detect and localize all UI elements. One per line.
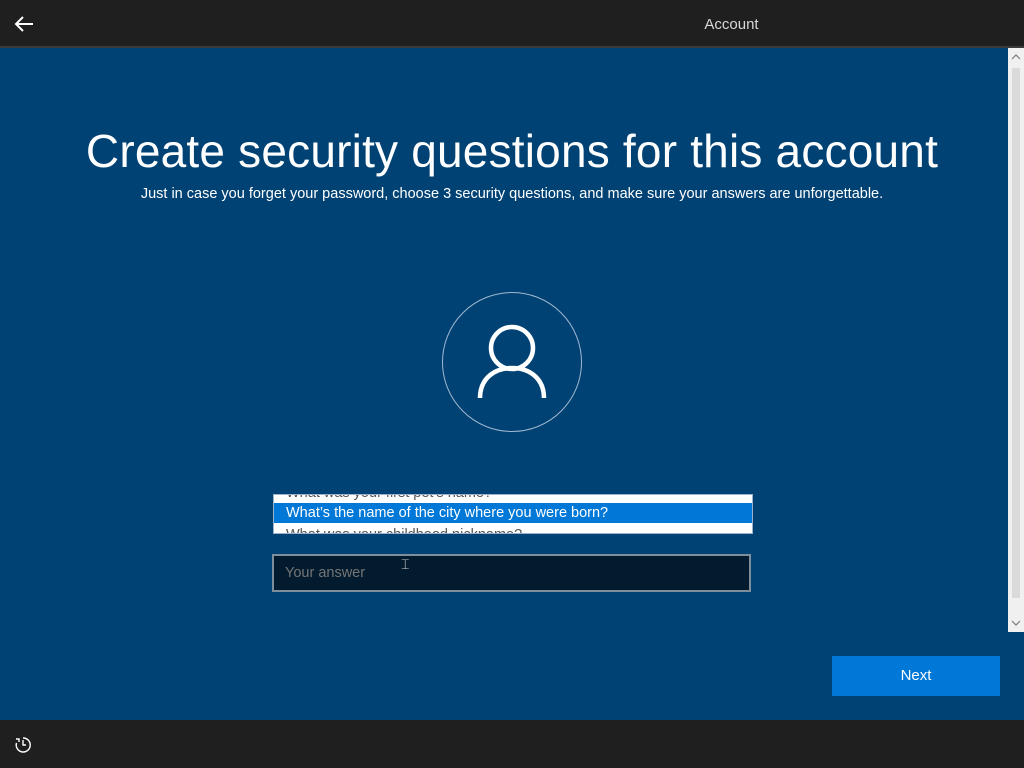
page-subtitle: Just in case you forget your password, c… — [140, 186, 884, 202]
scrollbar[interactable] — [1008, 48, 1024, 632]
scrollbar-thumb[interactable] — [1012, 68, 1020, 598]
bottom-bar — [0, 720, 1024, 768]
scroll-down-button[interactable] — [1008, 616, 1024, 630]
ease-of-access-icon — [15, 737, 31, 753]
avatar — [442, 292, 582, 432]
scrollbar-gap — [1008, 632, 1024, 720]
main-panel: Create security questions for this accou… — [0, 48, 1008, 720]
tab-account-label: Account — [704, 16, 759, 33]
ease-of-access-button[interactable] — [12, 734, 34, 756]
tab-account[interactable]: Account — [634, 0, 829, 48]
next-button[interactable]: Next — [832, 656, 1000, 696]
back-button[interactable] — [6, 6, 42, 42]
chevron-up-icon — [1011, 54, 1021, 60]
top-bar: Account — [0, 0, 1024, 48]
security-question-dropdown[interactable]: What was your first pet’s name? What’s t… — [273, 494, 753, 534]
answer-input[interactable] — [272, 554, 751, 592]
page-title: Create security questions for this accou… — [85, 125, 939, 177]
text-cursor-icon: ⌶ — [401, 556, 410, 572]
dropdown-option[interactable]: What was your childhood nickname? — [274, 525, 752, 533]
dropdown-option-selected[interactable]: What’s the name of the city where you we… — [274, 503, 752, 523]
dropdown-option[interactable]: What was your first pet’s name? — [274, 495, 752, 503]
person-icon — [477, 324, 547, 399]
chevron-down-icon — [1011, 620, 1021, 626]
scroll-up-button[interactable] — [1008, 50, 1024, 64]
arrow-left-icon — [14, 16, 33, 32]
